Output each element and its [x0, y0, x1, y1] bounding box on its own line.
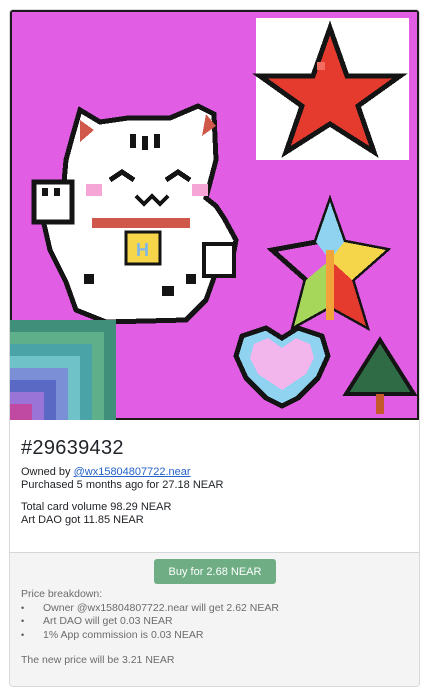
owner-link[interactable]: @wx15804807722.near [74, 466, 191, 478]
token-info: #29639432 Owned by @wx15804807722.near P… [21, 436, 411, 527]
owner-line: Owned by @wx15804807722.near [21, 466, 411, 479]
breakdown-owner: Owner @wx15804807722.near will get 2.62 … [21, 602, 411, 616]
new-price-text: The new price will be 3.21 NEAR [21, 654, 175, 666]
star-icon [252, 18, 409, 160]
breakdown-title: Price breakdown: [21, 588, 103, 600]
svg-text:H: H [136, 240, 149, 260]
nft-artwork[interactable]: H [10, 10, 419, 420]
breakdown-art-dao: Art DAO will get 0.03 NEAR [21, 615, 411, 629]
buy-button[interactable]: Buy for 2.68 NEAR [154, 559, 276, 584]
purchased-text: Purchased 5 months ago for 27.18 NEAR [21, 479, 224, 491]
token-id: #29639432 [21, 437, 124, 459]
breakdown-commission: 1% App commission is 0.03 NEAR [21, 629, 411, 643]
breakdown-list: Owner @wx15804807722.near will get 2.62 … [21, 602, 411, 643]
nft-card: H #29639432 Owned by @wx15804807722.near… [9, 9, 420, 687]
purchase-footer: Buy for 2.68 NEAR Price breakdown: Owner… [10, 552, 419, 686]
price-breakdown: Price breakdown: Owner @wx15804807722.ne… [21, 588, 411, 668]
total-volume-text: Total card volume 98.29 NEAR [21, 501, 172, 513]
concentric-squares-decoration [10, 320, 116, 420]
art-dao-text: Art DAO got 11.85 NEAR [21, 514, 144, 526]
owned-by-label: Owned by [21, 466, 71, 478]
